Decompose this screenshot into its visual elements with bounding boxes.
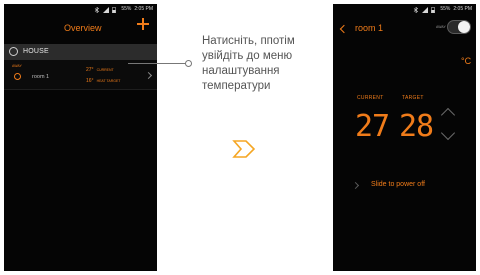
status-time: 2:05 PM bbox=[134, 6, 153, 12]
callout-leader-line bbox=[128, 63, 188, 64]
current-temperature: 27 bbox=[355, 109, 390, 144]
temperature-unit[interactable]: °C bbox=[461, 56, 471, 66]
room-target-temp: 16° HEAT TARGET bbox=[86, 78, 120, 84]
house-header[interactable]: HOUSE bbox=[4, 44, 157, 60]
overview-screen: 55% 2:05 PM Overview HOUSE AWAY room 1 2… bbox=[4, 4, 157, 271]
room-detail-screen: 55% 2:05 PM room 1 AWAY °C CURRENT TARGE… bbox=[333, 4, 476, 271]
status-time: 2:05 PM bbox=[453, 6, 472, 12]
target-temp-value: 16° bbox=[86, 78, 94, 84]
status-bar: 55% 2:05 PM bbox=[94, 4, 153, 14]
signal-icon bbox=[103, 6, 110, 13]
signal-icon bbox=[422, 6, 429, 13]
away-toggle[interactable] bbox=[447, 20, 471, 34]
away-toggle-label: AWAY bbox=[436, 25, 446, 29]
screen-title: Overview bbox=[64, 23, 102, 33]
bluetooth-icon bbox=[413, 6, 419, 13]
target-temperature: 28 bbox=[399, 109, 434, 144]
slide-to-power-off[interactable]: Slide to power off bbox=[371, 181, 425, 188]
callout-dot bbox=[185, 60, 192, 67]
toggle-knob bbox=[458, 21, 470, 33]
battery-percent: 55% bbox=[121, 6, 132, 12]
target-temp-label: HEAT TARGET bbox=[96, 79, 121, 83]
room-name: room 1 bbox=[32, 74, 50, 80]
battery-icon bbox=[112, 6, 118, 13]
next-step-arrow-icon bbox=[232, 140, 256, 158]
room-current-temp: 27° CURRENT bbox=[86, 67, 114, 73]
room-title: room 1 bbox=[355, 23, 384, 33]
thermostat-icon bbox=[14, 73, 21, 80]
battery-percent: 55% bbox=[440, 6, 451, 12]
bluetooth-icon bbox=[94, 6, 100, 13]
instruction-figure: 55% 2:05 PM Overview HOUSE AWAY room 1 2… bbox=[0, 0, 480, 275]
current-temp-value: 27° bbox=[86, 67, 94, 73]
current-temp-label: CURRENT bbox=[96, 68, 114, 72]
add-icon[interactable] bbox=[137, 18, 149, 30]
current-label: CURRENT bbox=[357, 95, 384, 101]
callout-instruction: Натисніть, ппотім увійдіть до меню налаш… bbox=[202, 35, 295, 92]
slide-chevron-icon[interactable] bbox=[351, 181, 360, 190]
decrease-target-icon[interactable] bbox=[440, 125, 456, 141]
chevron-right-icon bbox=[144, 71, 153, 80]
room-mode-label: AWAY bbox=[12, 64, 22, 68]
house-icon bbox=[9, 47, 18, 56]
house-label: HOUSE bbox=[23, 48, 49, 55]
target-label: TARGET bbox=[402, 95, 424, 101]
increase-target-icon[interactable] bbox=[440, 107, 456, 123]
battery-icon bbox=[431, 6, 437, 13]
room-list-item[interactable]: AWAY room 1 27° CURRENT 16° HEAT TARGET bbox=[4, 60, 157, 90]
back-icon[interactable] bbox=[339, 24, 349, 34]
status-bar: 55% 2:05 PM bbox=[413, 4, 472, 14]
